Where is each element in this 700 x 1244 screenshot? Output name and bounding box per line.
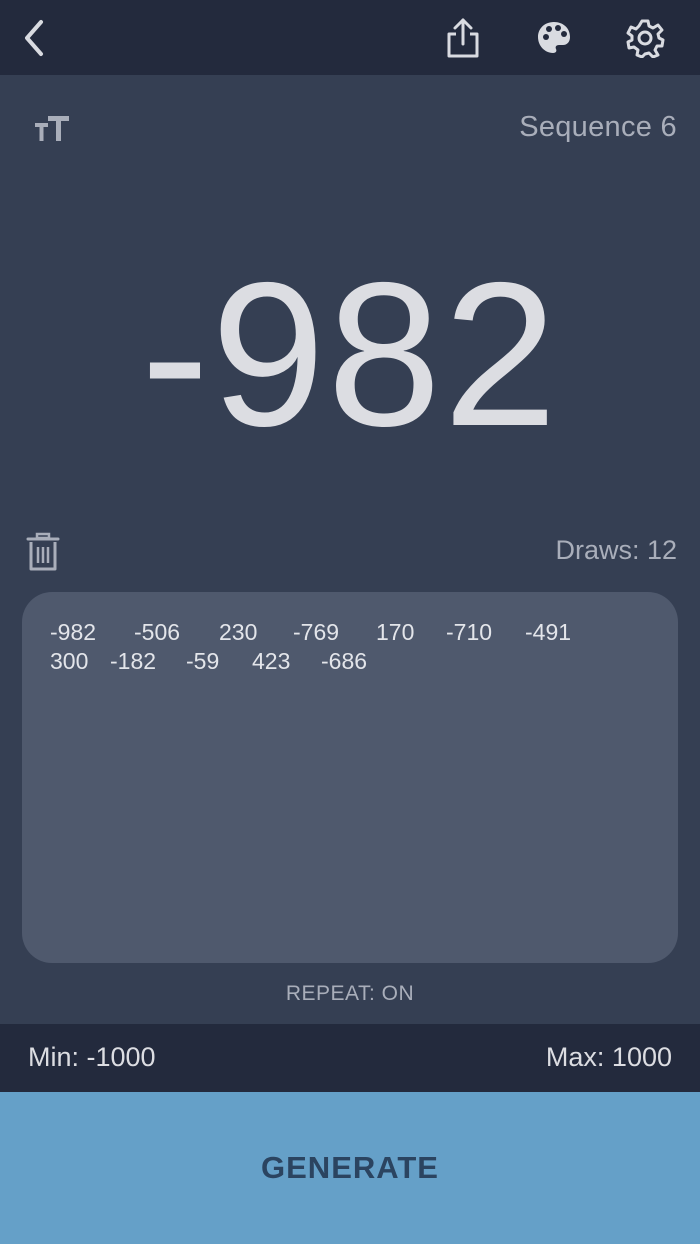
back-button[interactable] <box>4 0 64 75</box>
text-size-icon <box>35 116 69 141</box>
palette-button[interactable] <box>524 0 584 75</box>
history-item: -59 <box>186 648 220 674</box>
text-size-button[interactable] <box>26 103 78 155</box>
draws-count: Draws: 12 <box>555 535 677 565</box>
repeat-toggle[interactable]: REPEAT: ON <box>0 982 700 1006</box>
share-button[interactable] <box>433 0 493 75</box>
clear-history-button[interactable] <box>20 527 66 577</box>
gear-icon <box>626 19 665 58</box>
history-item: -491 <box>525 619 572 645</box>
history-item: -182 <box>110 648 157 674</box>
current-number: -982 <box>140 240 560 469</box>
trash-icon <box>26 532 60 571</box>
history-item: 300 <box>50 648 89 674</box>
history-item: -686 <box>321 648 368 674</box>
history-item: 170 <box>376 619 415 645</box>
top-toolbar <box>0 0 700 75</box>
history-item: -710 <box>446 619 493 645</box>
history-box: -982 -506 230 -769 170 -710 -491 300 -182 -59 423 -… <box>22 592 678 963</box>
history-item: -982 <box>50 619 97 645</box>
history-item: -769 <box>293 619 340 645</box>
history-item: 230 <box>219 619 258 645</box>
sequence-label: Sequence 6 <box>519 111 677 143</box>
history-item: 423 <box>252 648 291 674</box>
history-item: -506 <box>134 619 181 645</box>
chevron-left-icon <box>25 19 43 56</box>
palette-icon <box>538 21 570 53</box>
generate-label: GENERATE <box>261 1150 439 1185</box>
min-value[interactable]: Min: -1000 <box>28 1042 156 1073</box>
generate-button[interactable]: GENERATE <box>0 1092 700 1244</box>
max-value[interactable]: Max: 1000 <box>546 1042 672 1073</box>
main-panel: Sequence 6 -982 Draws: 12 -982 -506 230 -76… <box>0 75 700 1024</box>
share-icon <box>447 18 479 57</box>
settings-button[interactable] <box>615 0 675 75</box>
history-list: -982 -506 230 -769 170 -710 -491 300 -182 -59 423 -… <box>50 620 658 674</box>
range-bar: Min: -1000 Max: 1000 <box>0 1024 700 1092</box>
